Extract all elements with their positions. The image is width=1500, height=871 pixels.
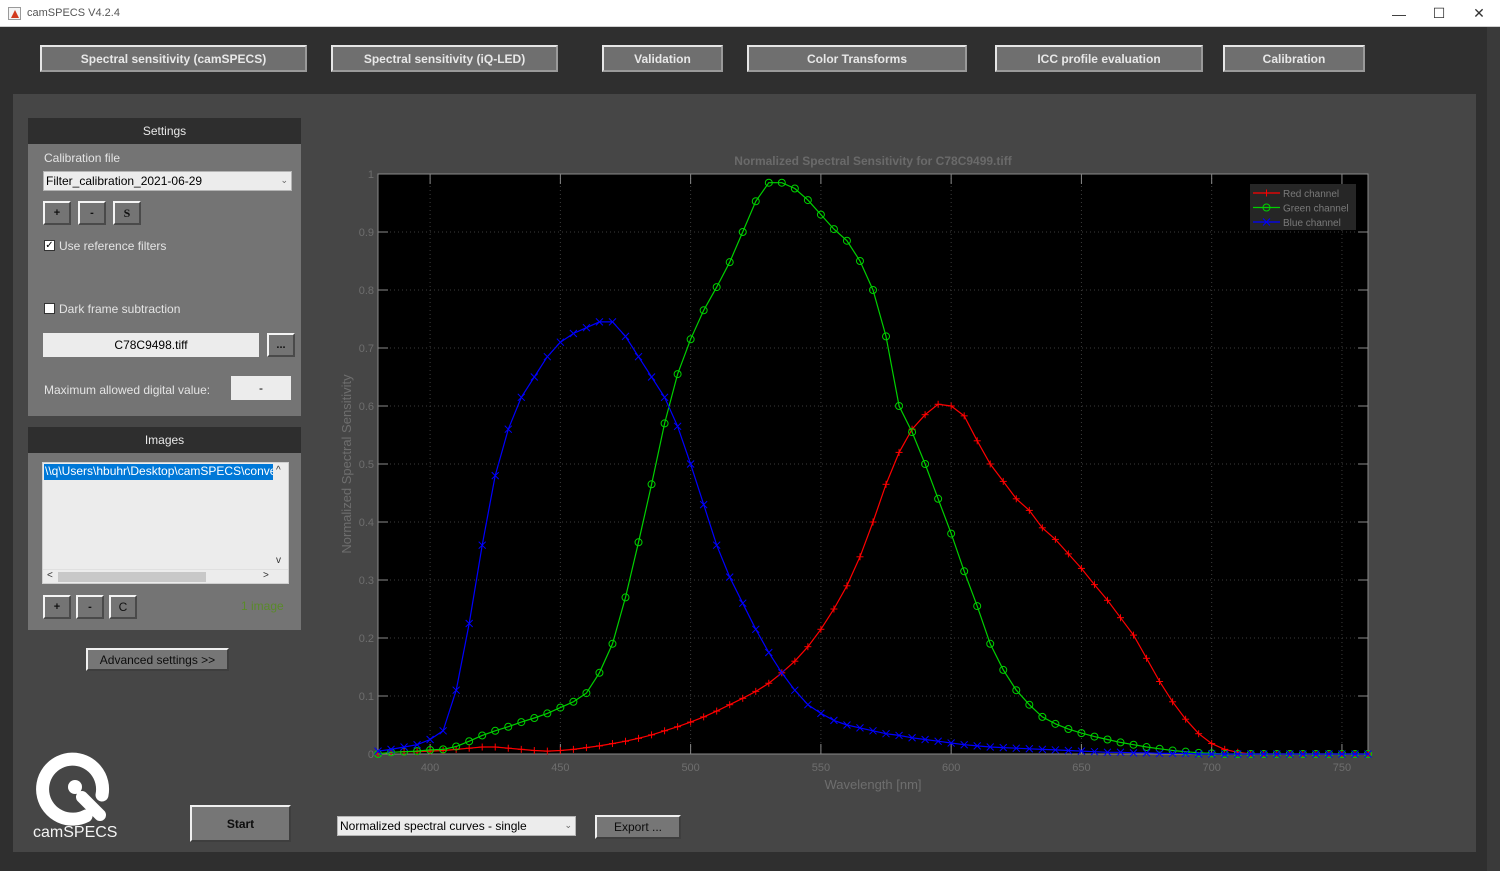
x-tick-label: 650 [1072,762,1090,774]
y-tick-label: 0.2 [359,633,374,645]
x-tick-label: 550 [812,762,830,774]
y-tick-label: 0.5 [359,459,374,471]
y-tick-label: 0 [368,749,374,761]
legend-label: Red channel [1283,189,1339,200]
y-tick-label: 0.9 [359,227,374,239]
legend-label: Blue channel [1283,218,1341,229]
chart-legend: Red channel Green channel Blue channel [1250,184,1356,230]
y-tick-label: 0.1 [359,691,374,703]
x-tick-label: 600 [942,762,960,774]
y-tick-label: 0.4 [359,517,374,529]
x-axis-label: Wavelength [nm] [824,777,921,792]
x-tick-label: 400 [421,762,439,774]
x-tick-label: 750 [1333,762,1351,774]
y-tick-label: 1 [368,169,374,181]
x-tick-label: 500 [681,762,699,774]
y-tick-label: 0.6 [359,401,374,413]
y-axis-label: Normalized Spectral Sensitivity [339,374,354,554]
y-tick-label: 0.7 [359,343,374,355]
legend-label: Green channel [1283,204,1349,215]
y-tick-label: 0.3 [359,575,374,587]
chart-title: Normalized Spectral Sensitivity for C78C… [734,154,1012,168]
spectral-sensitivity-chart: Normalized Spectral Sensitivity for C78C… [339,154,1372,792]
x-tick-label: 700 [1203,762,1221,774]
y-tick-label: 0.8 [359,285,374,297]
x-tick-label: 450 [551,762,569,774]
